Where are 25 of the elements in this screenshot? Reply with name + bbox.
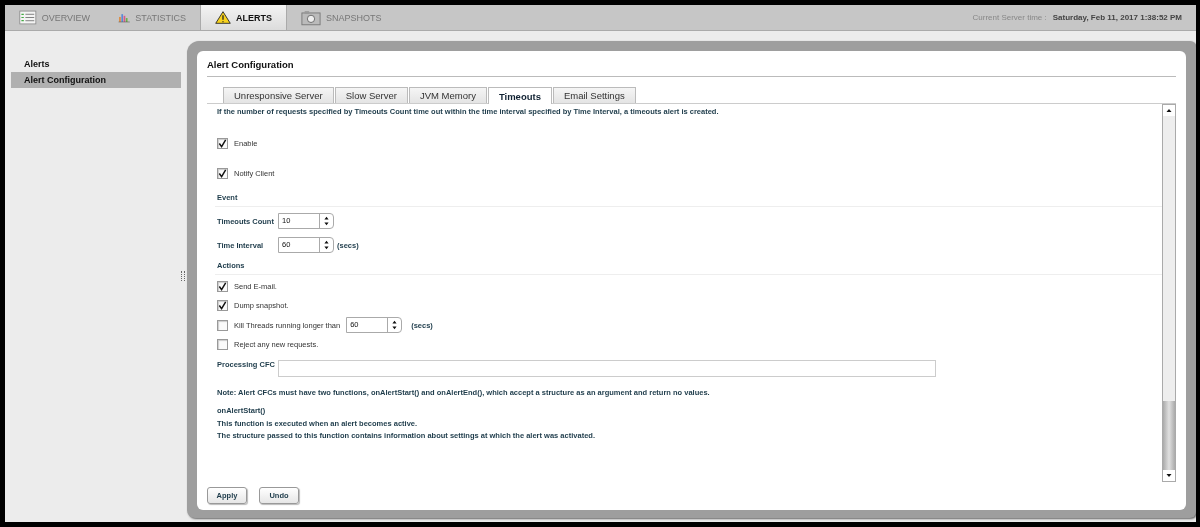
tab[interactable]: Timeouts: [487, 87, 552, 104]
checkbox[interactable]: [217, 168, 228, 179]
processing-cfc-field[interactable]: [278, 360, 936, 377]
sidebar-item[interactable]: Alerts: [11, 56, 181, 72]
tab[interactable]: Unresponsive Server: [223, 87, 334, 103]
checkbox[interactable]: [217, 300, 228, 311]
server-time: Saturday, Feb 11, 2017 1:38:52 PM: [1052, 13, 1182, 22]
splitter-handle[interactable]: [181, 271, 185, 281]
checkbox[interactable]: [217, 138, 228, 149]
tab[interactable]: JVM Memory: [408, 87, 487, 103]
checkbox[interactable]: [217, 339, 228, 350]
nav-tab[interactable]: ALERTS: [200, 5, 287, 30]
tab[interactable]: Slow Server: [334, 87, 408, 103]
checkbox[interactable]: [217, 281, 228, 292]
warning-icon: [215, 9, 231, 26]
scroll-up-icon[interactable]: [1163, 105, 1175, 116]
sidebar-item[interactable]: Alert Configuration: [11, 72, 181, 88]
checklist-icon: [19, 9, 37, 26]
vertical-scrollbar[interactable]: [1162, 104, 1176, 482]
scroll-down-icon[interactable]: [1163, 470, 1175, 481]
camera-icon: [301, 9, 321, 26]
panel-title: Alert Configuration: [207, 59, 1176, 77]
tab[interactable]: Email Settings: [552, 87, 636, 103]
scrollbar-thumb[interactable]: [1163, 401, 1175, 470]
checkbox[interactable]: [217, 319, 228, 331]
